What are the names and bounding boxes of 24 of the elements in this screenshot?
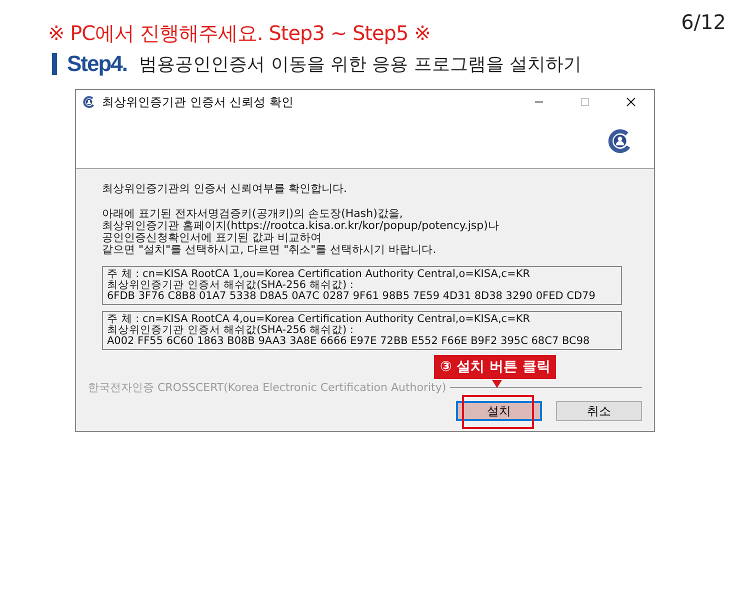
instruction-line: 아래에 표기된 전자서명검증키(공개키)의 손도장(Hash)값을, <box>102 208 404 220</box>
window-title: 최상위인증기관 인증서 신뢰성 확인 <box>102 94 294 110</box>
step-title: 범용공인인증서 이동을 위한 응용 프로그램을 설치하기 <box>139 53 582 76</box>
certificate-line: A002 FF55 6C60 1863 B08B 9AA3 3A8E 6666 E97E 72BB E552 F66E B9F2 395C 68C7 BC98 <box>107 336 591 347</box>
certificate-line: 최상위인증기관 인증서 해쉬값(SHA-256 해쉬값) : <box>107 325 354 336</box>
instruction-line: 같으면 "설치"를 선택하시고, 다르면 "취소"를 선택하시기 바랍니다. <box>102 244 438 256</box>
vendor-text: 한국전자인증 CROSSCERT(Korea Electronic Certification Authority) <box>88 380 446 395</box>
callout-label: ③ 설치 버튼 클릭 <box>434 355 556 379</box>
page-number: 6/12 <box>681 10 726 36</box>
dialog-button[interactable]: 취소 <box>556 401 642 421</box>
step-label: Step4. <box>67 51 128 77</box>
intro-text: 최상위인증기관의 인증서 신뢰여부를 확인합니다. <box>102 181 348 196</box>
certificate-line: 최상위인증기관 인증서 해쉬값(SHA-256 해쉬값) : <box>107 280 354 291</box>
dialog-button[interactable]: 설치 <box>456 401 542 421</box>
certificate-line: 주 체 : cn=KISA RootCA 1,ou=Korea Certification Authority Central,o=KISA,c=KR <box>107 269 532 280</box>
instruction-line: 최상위인증기관 홈페이지(https://rootca.kisa.or.kr/kor/popup/potency.jsp)나 <box>102 220 500 232</box>
instruction-line: 공인인증신청확인서에 표기된 값과 비교하여 <box>102 232 322 244</box>
notice-text: ※ PC에서 진행해주세요. Step3 ~ Step5 ※ <box>48 20 430 47</box>
app-logo-icon <box>82 95 96 109</box>
certificate-line: 주 체 : cn=KISA RootCA 4,ou=Korea Certification Authority Central,o=KISA,c=KR <box>107 314 532 325</box>
highlight-frame <box>462 395 534 429</box>
step-bar <box>52 53 57 75</box>
callout-pointer <box>492 380 502 388</box>
certificate-line: 6FDB 3F76 C8B8 01A7 5338 D8A5 0A7C 0287 9F61 98B5 7E59 4D31 8D38 3290 0FED CD79 <box>107 291 596 302</box>
